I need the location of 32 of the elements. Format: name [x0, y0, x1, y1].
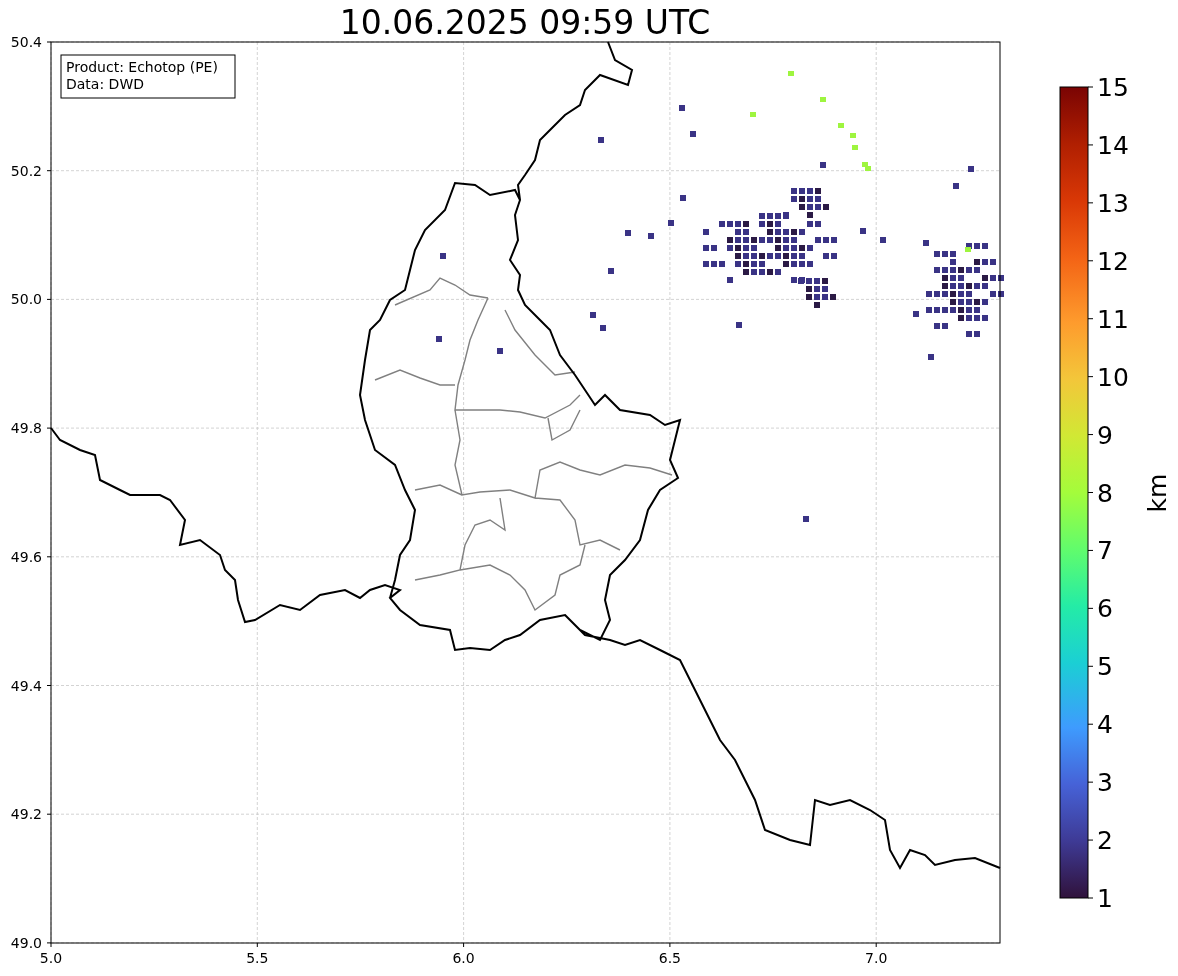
- x-tick-label: 6.5: [658, 950, 682, 966]
- y-tick-label: 49.8: [10, 420, 42, 437]
- x-tick-label: 5.5: [246, 950, 269, 966]
- x-tick-label: 6.0: [452, 950, 475, 966]
- colorbar-tick-label: 7: [1097, 536, 1113, 566]
- colorbar-tick-label: 9: [1097, 420, 1113, 450]
- chart-title: 10.06.2025 09:59 UTC: [339, 3, 711, 42]
- y-tick-label: 50.0: [10, 291, 42, 308]
- colorbar-tick-label: 11: [1097, 304, 1129, 334]
- y-tick-label: 49.6: [10, 548, 42, 565]
- info-text: Data: DWD: [66, 76, 144, 92]
- y-tick-label: 50.4: [10, 34, 42, 50]
- x-tick-label: 7.0: [865, 950, 888, 966]
- y-tick-label: 50.2: [10, 162, 42, 179]
- colorbar-tick-label: 5: [1097, 652, 1113, 682]
- colorbar-tick-label: 8: [1097, 478, 1113, 508]
- colorbar-tick-label: 4: [1097, 710, 1113, 740]
- y-tick-label: 49.0: [10, 934, 42, 951]
- colorbar-tick-label: 3: [1097, 768, 1113, 798]
- colorbar-tick-label: 15: [1097, 73, 1129, 102]
- y-tick-label: 49.4: [10, 677, 42, 694]
- colorbar-tick-label: 14: [1097, 130, 1129, 160]
- colorbar-tick-label: 13: [1097, 188, 1129, 218]
- y-tick-label: 49.2: [10, 806, 42, 823]
- colorbar-tick-label: 2: [1097, 826, 1113, 856]
- colorbar-tick-label: 1: [1097, 884, 1113, 913]
- info-text: Product: Echotop (PE): [66, 59, 218, 75]
- colorbar-tick-label: 6: [1097, 594, 1113, 624]
- colorbar-tick-label: 10: [1097, 362, 1129, 392]
- colorbar-tick-label: 12: [1097, 246, 1129, 276]
- x-tick-label: 5.0: [39, 950, 63, 966]
- colorbar-label: km: [1143, 473, 1172, 513]
